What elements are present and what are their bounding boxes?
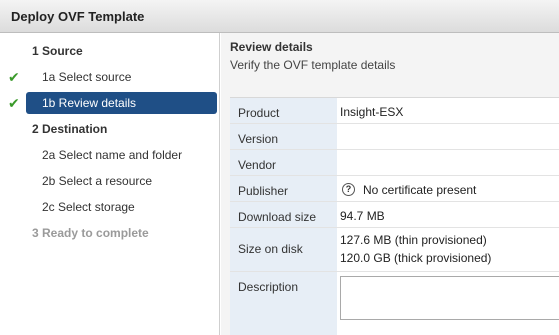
detail-row-description: Description — [230, 272, 559, 335]
detail-value-thick: 120.0 GB (thick provisioned) — [340, 251, 492, 265]
page-subtitle: Verify the OVF template details — [230, 58, 396, 72]
detail-row-vendor: Vendor — [230, 150, 559, 176]
step-select-source[interactable]: ✔ 1a Select source — [0, 66, 219, 88]
detail-key: Version — [238, 132, 279, 146]
wizard-steps-sidebar: 1 Source ✔ 1a Select source ✔ 1b Review … — [0, 33, 220, 335]
step-label: 1 Source — [32, 44, 83, 58]
detail-row-version: Version — [230, 124, 559, 150]
detail-row-product: Product Insight-ESX — [230, 98, 559, 124]
detail-key: Download size — [238, 210, 317, 224]
step-select-name-folder[interactable]: 2a Select name and folder — [0, 144, 219, 166]
detail-value: 94.7 MB — [340, 209, 385, 223]
description-textbox[interactable] — [340, 276, 559, 320]
detail-value: No certificate present — [363, 183, 477, 197]
detail-key: Publisher — [238, 184, 289, 198]
step-select-storage[interactable]: 2c Select storage — [0, 196, 219, 218]
step-review-details[interactable]: ✔ 1b Review details — [0, 92, 219, 114]
dialog-title-bar: Deploy OVF Template — [0, 0, 559, 33]
step-label: 2a Select name and folder — [42, 148, 183, 162]
question-icon[interactable]: ? — [342, 183, 355, 196]
details-table: Product Insight-ESX Version Vendor Publi… — [230, 97, 559, 335]
checkmark-icon: ✔ — [8, 95, 20, 111]
step-label: 2 Destination — [32, 122, 108, 136]
step-label: 1a Select source — [42, 70, 132, 84]
page-title: Review details — [230, 40, 313, 54]
detail-key: Vendor — [238, 158, 277, 172]
dialog-title: Deploy OVF Template — [11, 9, 145, 24]
step-source-section: 1 Source — [0, 40, 219, 62]
detail-key: Size on disk — [238, 242, 303, 256]
step-label: 2b Select a resource — [42, 174, 153, 188]
step-label: 1b Review details — [42, 96, 137, 110]
detail-key: Product — [238, 106, 280, 120]
detail-row-download-size: Download size 94.7 MB — [230, 202, 559, 228]
step-select-resource[interactable]: 2b Select a resource — [0, 170, 219, 192]
detail-key: Description — [238, 280, 299, 294]
review-details-panel: Review details Verify the OVF template d… — [221, 33, 559, 335]
step-destination-section: 2 Destination — [0, 118, 219, 140]
detail-value-thin: 127.6 MB (thin provisioned) — [340, 233, 487, 247]
detail-row-publisher: Publisher ? No certificate present — [230, 176, 559, 202]
detail-row-size-on-disk: Size on disk 127.6 MB (thin provisioned)… — [230, 228, 559, 272]
checkmark-icon: ✔ — [8, 69, 20, 85]
step-label: 3 Ready to complete — [32, 226, 149, 240]
detail-value: Insight-ESX — [340, 105, 404, 119]
step-ready-to-complete: 3 Ready to complete — [0, 222, 219, 244]
step-label: 2c Select storage — [42, 200, 135, 214]
